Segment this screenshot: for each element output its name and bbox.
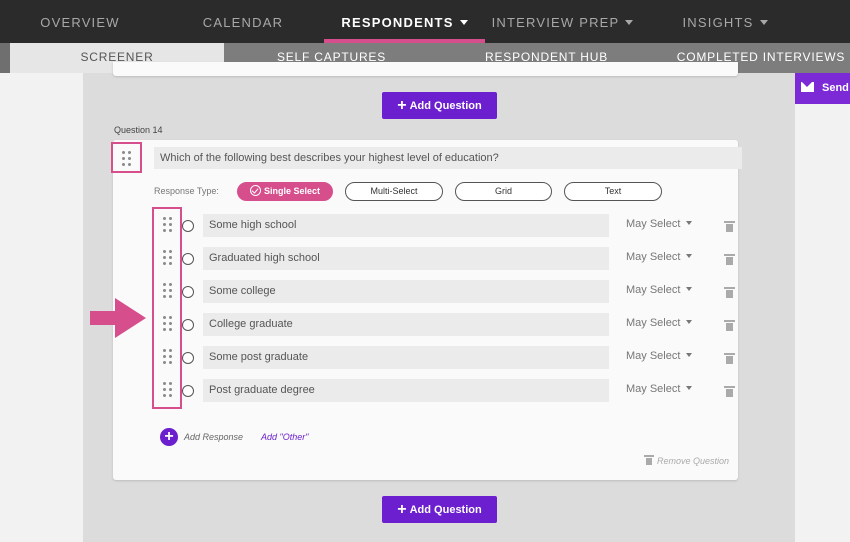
select-rule-label: May Select — [626, 218, 681, 230]
trash-icon — [644, 455, 654, 465]
response-row: Post graduate degree May Select — [160, 379, 740, 403]
select-rule-dropdown[interactable]: May Select — [626, 214, 693, 237]
caret-down-icon — [625, 20, 634, 25]
response-text-input[interactable]: Some high school — [203, 214, 609, 237]
nav-insights[interactable]: INSIGHTS — [660, 0, 790, 43]
nav-respondents[interactable]: RESPONDENTS — [324, 0, 485, 43]
add-response-link[interactable]: Add Response — [184, 432, 243, 442]
response-type-label: Response Type: — [154, 186, 219, 196]
add-question-label: Add Question — [409, 100, 482, 112]
type-grid[interactable]: Grid — [455, 182, 552, 201]
drag-dots-icon[interactable] — [163, 382, 172, 397]
select-rule-label: May Select — [626, 317, 681, 329]
send-button[interactable]: Send — [795, 73, 850, 104]
nav-respondents-label: RESPONDENTS — [341, 15, 454, 30]
trash-icon[interactable] — [724, 287, 735, 298]
envelope-icon — [801, 82, 814, 92]
trash-icon[interactable] — [724, 320, 735, 331]
radio-button[interactable] — [182, 319, 194, 331]
type-multi-select[interactable]: Multi-Select — [345, 182, 443, 201]
trash-icon[interactable] — [724, 254, 735, 265]
caret-down-icon — [686, 221, 693, 225]
nav-overview[interactable]: OVERVIEW — [20, 0, 140, 43]
plus-icon: + — [397, 501, 407, 518]
caret-down-icon — [759, 20, 768, 25]
type-single-select-label: Single Select — [263, 186, 321, 196]
top-nav: OVERVIEW CALENDAR RESPONDENTS INTERVIEW … — [0, 0, 850, 43]
type-grid-label: Grid — [494, 186, 512, 196]
previous-question-card — [113, 62, 738, 76]
trash-icon[interactable] — [724, 386, 735, 397]
type-multi-select-label: Multi-Select — [370, 186, 418, 196]
select-rule-label: May Select — [626, 350, 681, 362]
type-text[interactable]: Text — [564, 182, 662, 201]
response-text-input[interactable]: College graduate — [203, 313, 609, 336]
plus-icon: + — [397, 97, 407, 114]
nav-calendar-label: CALENDAR — [202, 15, 284, 30]
caret-down-icon — [686, 353, 693, 357]
send-label: Send — [822, 82, 849, 94]
drag-dots-icon[interactable] — [163, 283, 172, 298]
select-rule-dropdown[interactable]: May Select — [626, 247, 693, 270]
trash-icon[interactable] — [724, 353, 735, 364]
radio-button[interactable] — [182, 253, 194, 265]
drag-dots-icon[interactable] — [163, 250, 172, 265]
check-circle-icon — [249, 185, 261, 196]
remove-question-label: Remove Question — [657, 456, 730, 466]
nav-interview-prep[interactable]: INTERVIEW PREP — [485, 0, 640, 43]
subnav-gutter — [0, 43, 10, 73]
select-rule-dropdown[interactable]: May Select — [626, 280, 693, 303]
caret-down-icon — [686, 386, 693, 390]
radio-button[interactable] — [182, 220, 194, 232]
caret-down-icon — [686, 287, 693, 291]
add-question-button-bottom[interactable]: + Add Question — [382, 496, 497, 523]
question-text-input[interactable]: Which of the following best describes yo… — [154, 147, 742, 169]
trash-icon[interactable] — [724, 221, 735, 232]
nav-interview-prep-label: INTERVIEW PREP — [491, 15, 620, 30]
radio-button[interactable] — [182, 286, 194, 298]
nav-calendar[interactable]: CALENDAR — [183, 0, 303, 43]
drag-dots-icon — [122, 151, 131, 166]
add-response-button[interactable]: + — [160, 428, 178, 446]
select-rule-dropdown[interactable]: May Select — [626, 379, 693, 402]
drag-dots-icon[interactable] — [163, 349, 172, 364]
select-rule-dropdown[interactable]: May Select — [626, 313, 693, 336]
select-rule-label: May Select — [626, 251, 681, 263]
question-drag-handle[interactable] — [111, 142, 142, 173]
response-text-input[interactable]: Post graduate degree — [203, 379, 609, 402]
response-row: Some high school May Select — [160, 214, 740, 238]
add-question-button-top[interactable]: + Add Question — [382, 92, 497, 119]
question-number-label: Question 14 — [114, 125, 163, 135]
select-rule-label: May Select — [626, 284, 681, 296]
drag-dots-icon[interactable] — [163, 217, 172, 232]
response-text-input[interactable]: Graduated high school — [203, 247, 609, 270]
nav-insights-label: INSIGHTS — [682, 15, 754, 30]
select-rule-dropdown[interactable]: May Select — [626, 346, 693, 369]
type-text-label: Text — [604, 186, 622, 196]
drag-dots-icon[interactable] — [163, 316, 172, 331]
response-row: Graduated high school May Select — [160, 247, 740, 271]
type-single-select[interactable]: Single Select — [237, 182, 333, 201]
response-row: Some post graduate May Select — [160, 346, 740, 370]
radio-button[interactable] — [182, 352, 194, 364]
response-text-input[interactable]: Some college — [203, 280, 609, 303]
caret-down-icon — [686, 254, 693, 258]
response-row: Some college May Select — [160, 280, 740, 304]
nav-overview-label: OVERVIEW — [40, 15, 120, 30]
radio-button[interactable] — [182, 385, 194, 397]
select-rule-label: May Select — [626, 383, 681, 395]
response-row: College graduate May Select — [160, 313, 740, 337]
caret-down-icon — [686, 320, 693, 324]
response-text-input[interactable]: Some post graduate — [203, 346, 609, 369]
arrow-right-icon — [90, 298, 146, 338]
caret-down-icon — [459, 20, 468, 25]
remove-question-link[interactable]: Remove Question — [644, 455, 730, 466]
add-question-label: Add Question — [409, 504, 482, 516]
right-pane — [795, 73, 850, 542]
add-other-link[interactable]: Add "Other" — [261, 432, 308, 442]
